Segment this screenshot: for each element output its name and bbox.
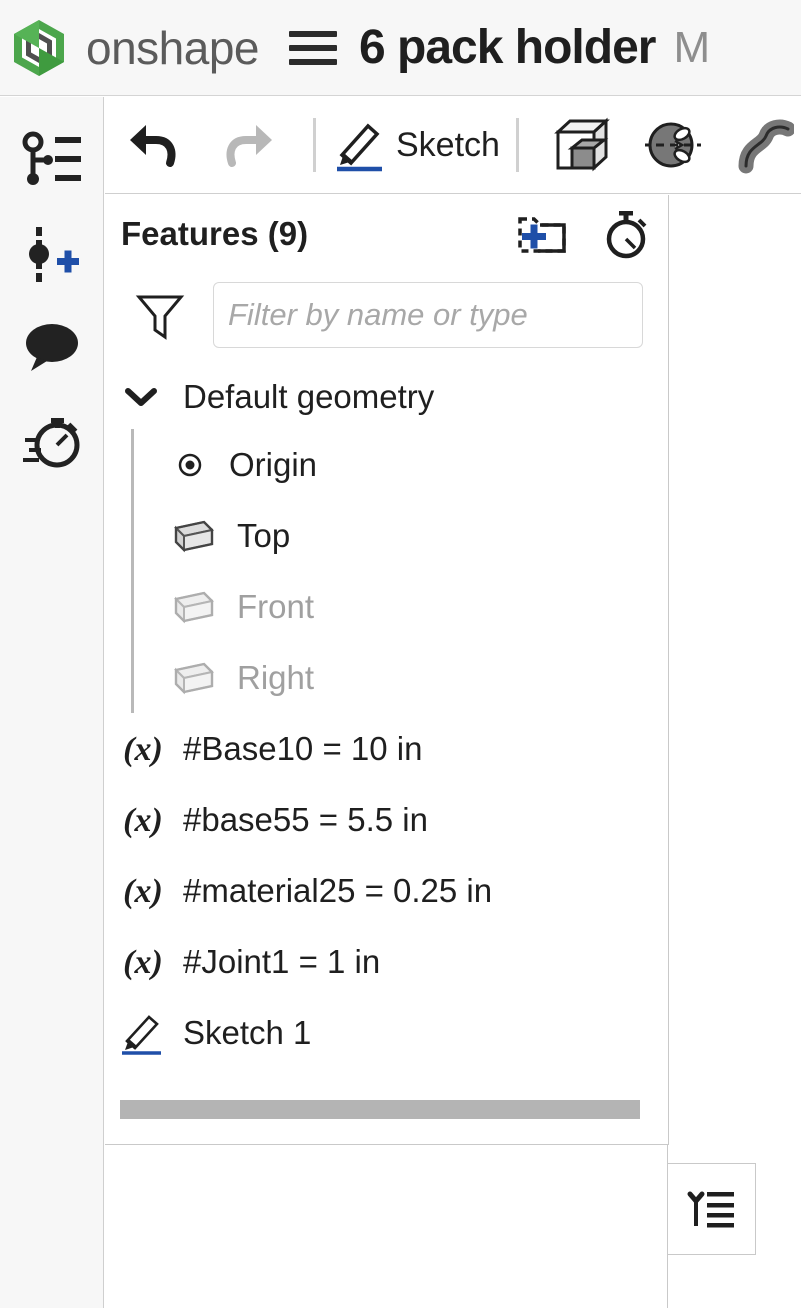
variable-icon: (x) <box>119 940 167 984</box>
extrude-icon[interactable] <box>535 97 627 193</box>
sketch-button[interactable]: Sketch <box>332 97 500 193</box>
hamburger-menu-icon[interactable] <box>289 27 337 69</box>
revolve-icon[interactable] <box>627 97 719 193</box>
main-toolbar: Sketch <box>105 97 801 194</box>
origin-icon <box>173 448 207 482</box>
feature-item-label: #material25 = 0.25 in <box>183 871 493 909</box>
tree-item-label: Top <box>237 516 291 554</box>
graphics-viewport[interactable] <box>669 195 801 1308</box>
plane-icon <box>173 588 215 626</box>
tree-group-label: Default geometry <box>183 378 435 415</box>
tree-children: Origin Top Front Right <box>105 429 668 713</box>
features-panel-header: Features (9) <box>105 195 668 273</box>
variable-icon: (x) <box>119 727 167 771</box>
rollback-stopwatch-icon[interactable] <box>602 209 650 259</box>
chevron-down-icon[interactable] <box>121 383 161 411</box>
redo-icon[interactable] <box>201 97 297 193</box>
comment-icon[interactable] <box>0 301 104 395</box>
new-folder-icon[interactable] <box>516 211 568 257</box>
sweep-icon[interactable] <box>719 97 801 193</box>
features-panel: Features (9) Filter by name or type Defa… <box>105 195 669 1145</box>
svg-text:(x): (x) <box>123 731 163 768</box>
feature-item-variable-base55[interactable]: (x) #base55 = 5.5 in <box>105 784 668 855</box>
sketch-button-label: Sketch <box>396 125 500 164</box>
filter-funnel-icon[interactable] <box>135 289 185 341</box>
variable-icon: (x) <box>119 869 167 913</box>
svg-text:(x): (x) <box>123 873 163 910</box>
history-icon[interactable] <box>0 395 104 489</box>
feature-item-variable-base10[interactable]: (x) #Base10 = 10 in <box>105 713 668 784</box>
left-rail <box>0 97 104 1308</box>
features-panel-title: Features (9) <box>121 215 309 252</box>
undo-icon[interactable] <box>105 97 201 193</box>
onshape-app-window: onshape 6 pack holder M Sketch Features … <box>0 0 801 1308</box>
toolbar-divider <box>313 118 316 172</box>
feature-item-label: #Joint1 = 1 in <box>183 942 381 980</box>
feature-item-sketch-1[interactable]: Sketch 1 <box>105 997 668 1068</box>
feature-list-icon[interactable] <box>0 113 104 207</box>
panel-edge-top <box>667 1145 668 1164</box>
feature-item-label: #base55 = 5.5 in <box>183 800 428 838</box>
plane-icon <box>173 517 215 555</box>
tree-item-origin[interactable]: Origin <box>105 429 668 500</box>
feature-tree-toggle-button[interactable] <box>667 1163 756 1255</box>
tree-item-front[interactable]: Front <box>105 571 668 642</box>
brand-wordmark: onshape <box>86 21 260 74</box>
sketch-icon <box>119 1010 167 1056</box>
svg-text:(x): (x) <box>123 944 163 981</box>
tree-item-label: Origin <box>229 445 318 483</box>
plane-icon <box>173 659 215 697</box>
tree-connector-line <box>131 429 134 713</box>
add-version-icon[interactable] <box>0 207 104 301</box>
panel-edge-bottom <box>667 1255 668 1308</box>
feature-item-label: #Base10 = 10 in <box>183 729 423 767</box>
app-header: onshape 6 pack holder M <box>0 0 801 96</box>
features-filter-input[interactable] <box>213 282 643 348</box>
tree-item-label: Right <box>237 658 315 696</box>
feature-item-label: Sketch 1 <box>183 1013 312 1051</box>
workspace-name[interactable]: M <box>673 23 710 73</box>
variable-icon: (x) <box>119 798 167 842</box>
features-filter-row <box>105 273 668 357</box>
tree-item-right[interactable]: Right <box>105 642 668 713</box>
svg-text:(x): (x) <box>123 802 163 839</box>
tree-group-default-geometry[interactable]: Default geometry <box>105 365 668 429</box>
feature-item-variable-joint1[interactable]: (x) #Joint1 = 1 in <box>105 926 668 997</box>
rollback-bar[interactable] <box>120 1100 640 1119</box>
feature-tree: Default geometry Origin Top Front Right … <box>105 357 668 1068</box>
tree-item-label: Front <box>237 587 315 625</box>
onshape-logo-icon[interactable] <box>8 17 70 79</box>
feature-item-variable-material25[interactable]: (x) #material25 = 0.25 in <box>105 855 668 926</box>
tree-item-top[interactable]: Top <box>105 500 668 571</box>
document-title[interactable]: 6 pack holder <box>359 20 656 75</box>
toolbar-divider-2 <box>515 118 519 172</box>
feature-tree-toggle-icon <box>686 1184 738 1234</box>
